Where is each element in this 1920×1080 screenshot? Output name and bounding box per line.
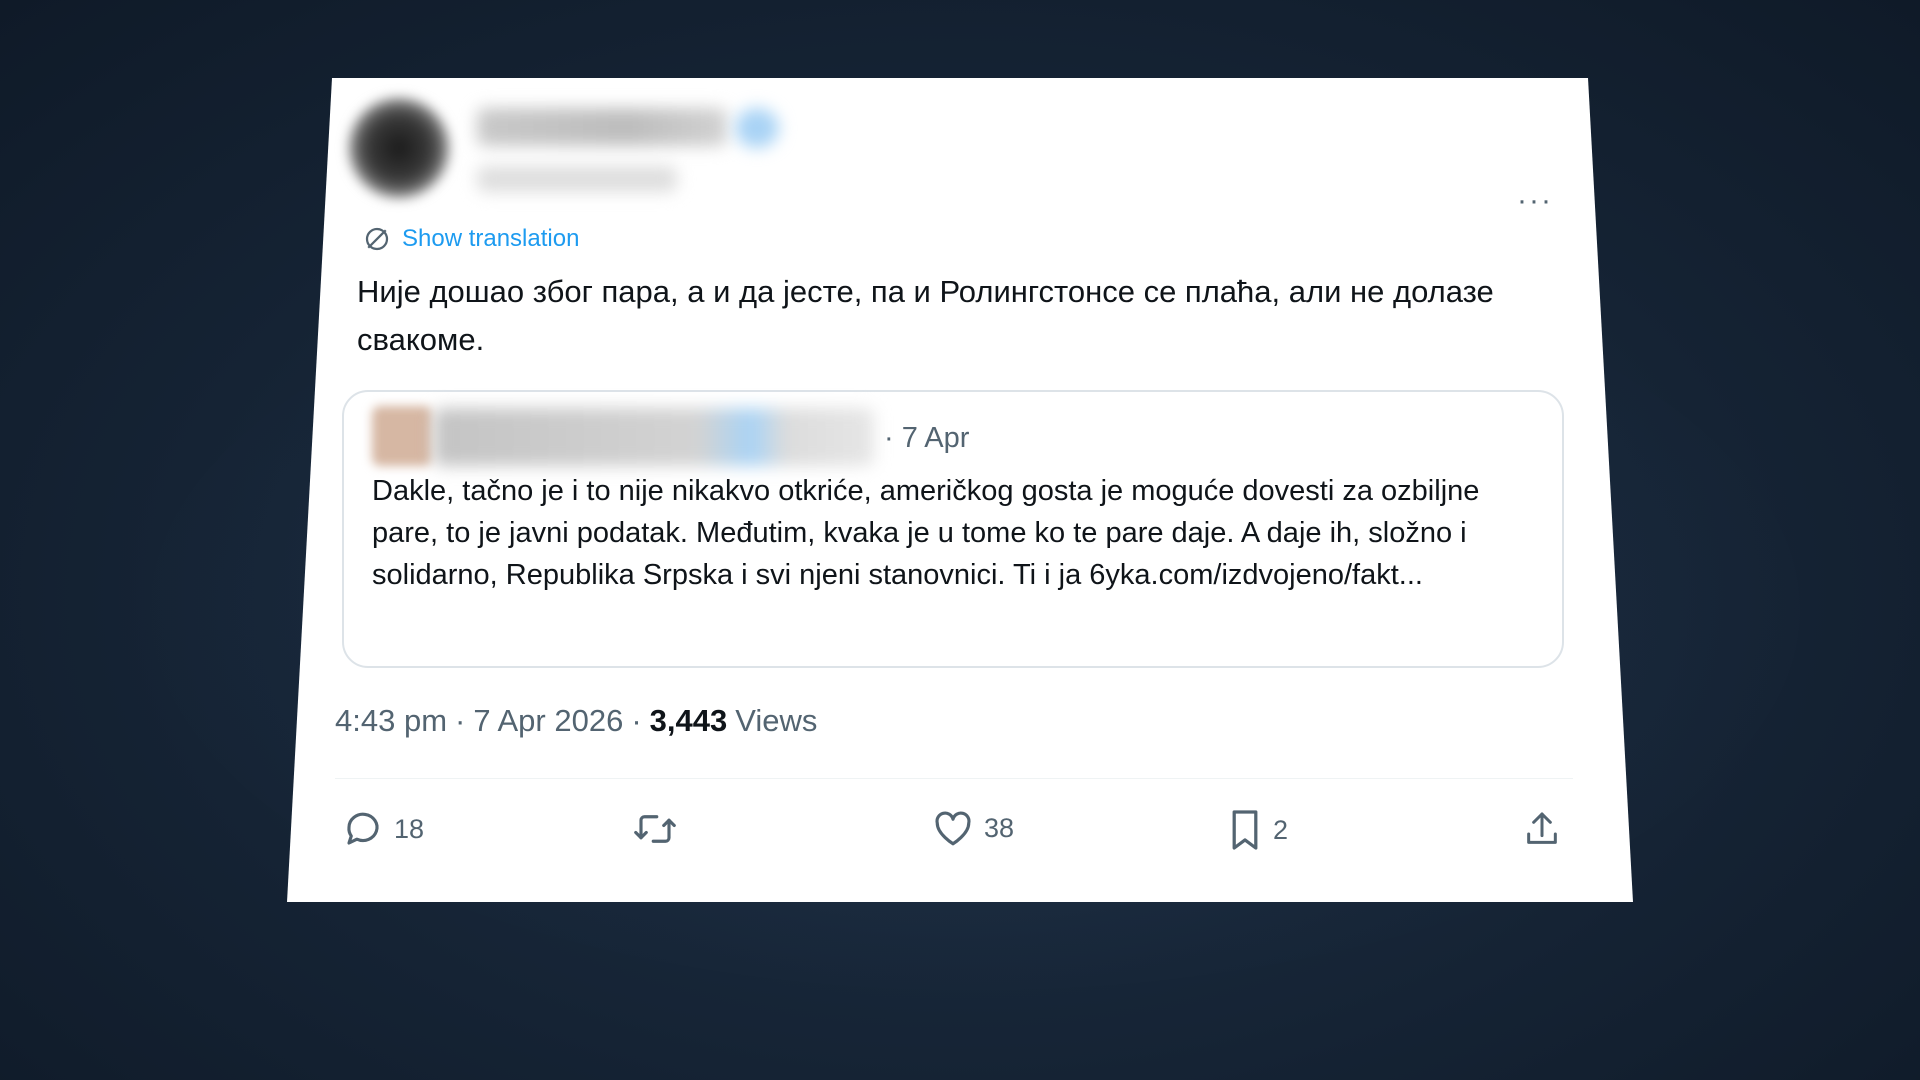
reply-button[interactable]: 18 — [342, 808, 424, 850]
author-handle-blurred[interactable] — [477, 166, 677, 192]
quoted-author-avatar — [372, 406, 432, 466]
post-card: ··· Show translation Није дошао због пар… — [287, 78, 1633, 902]
heart-icon — [932, 808, 974, 848]
more-icon[interactable]: ··· — [1517, 186, 1553, 216]
post-date[interactable]: 7 Apr 2026 — [473, 703, 623, 739]
reply-icon — [342, 808, 384, 850]
like-count: 38 — [984, 812, 1015, 843]
share-button[interactable] — [1522, 808, 1562, 850]
bookmark-button[interactable]: 2 — [1227, 808, 1288, 852]
post-time[interactable]: 4:43 pm — [335, 703, 447, 739]
show-translation-label: Show translation — [402, 225, 580, 252]
post-metadata: 4:43 pm · 7 Apr 2026 · 3,443 Views — [335, 703, 817, 739]
quoted-post-text: Dakle, tačno je i to nije nikakvo otkrić… — [372, 475, 1480, 591]
views-label: Views — [735, 703, 818, 738]
verified-badge-blurred — [735, 108, 779, 148]
quoted-post-date: · 7 Apr — [884, 422, 970, 454]
repost-icon — [632, 808, 678, 850]
share-icon — [1522, 808, 1562, 850]
author-name-blurred[interactable] — [477, 108, 727, 146]
post-text: Није дошао због пара, а и да јесте, па и… — [357, 274, 1494, 357]
meta-separator: · — [631, 703, 642, 738]
like-button[interactable]: 38 — [932, 808, 1014, 848]
bookmark-icon — [1227, 808, 1263, 852]
author-avatar[interactable] — [349, 98, 449, 198]
reply-count: 18 — [394, 813, 425, 844]
action-bar: 18 38 2 — [287, 808, 1633, 868]
meta-separator: · — [455, 703, 466, 738]
quoted-author-name-blurred — [434, 408, 874, 466]
repost-button[interactable] — [632, 808, 688, 850]
show-translation-link[interactable]: Show translation — [362, 224, 579, 254]
bookmark-count: 2 — [1273, 814, 1289, 845]
translate-icon — [362, 224, 392, 254]
views-count: 3,443 — [649, 703, 728, 738]
quoted-post[interactable]: · 7 Apr Dakle, tačno je i to nije nikakv… — [342, 390, 1564, 668]
actions-divider — [335, 778, 1573, 779]
